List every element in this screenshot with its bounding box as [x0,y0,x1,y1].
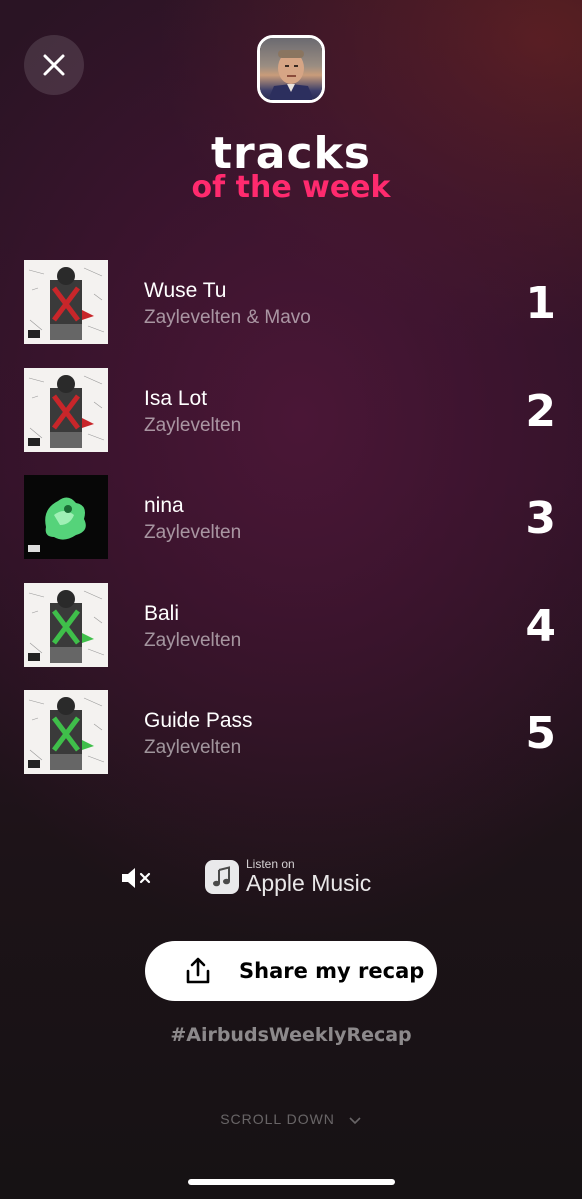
track-title: Isa Lot [144,386,208,410]
apple-music-label: Apple Music [246,870,372,896]
apple-music-icon [205,859,239,894]
track-artist: Zaylevelten [144,414,242,436]
track-row[interactable]: Wuse Tu Zaylevelten & Mavo 1 [24,260,556,368]
track-artist: Zaylevelten [144,522,242,543]
track-row[interactable]: Isa Lot Zaylevelten 2 [24,367,556,476]
mute-button[interactable] [120,866,154,895]
track-row[interactable]: Bali Zaylevelten 4 [24,582,556,691]
speaker-muted-icon [122,868,151,888]
album-cover [24,260,108,344]
track-title: Wuse Tu [144,279,227,302]
track-rank: 3 [525,493,556,544]
page-subtitle: of the week [191,170,391,205]
track-artist: Zaylevelten [144,737,242,758]
track-row[interactable]: nina Zaylevelten 3 [24,475,556,583]
track-rank: 1 [525,278,556,329]
album-cover [24,690,108,774]
share-button-label: Share my recap [239,959,425,983]
scroll-down-label: SCROLL DOWN [220,1111,335,1127]
avatar-image [260,38,322,100]
track-artist: Zaylevelten [144,629,242,651]
share-icon [186,957,210,984]
track-list: Wuse Tu Zaylevelten & Mavo 1 Isa Lot Zay… [24,260,556,798]
close-button[interactable] [24,35,84,95]
avatar[interactable] [257,35,325,103]
close-icon [43,54,65,76]
track-title: Guide Pass [144,709,253,732]
track-title: nina [144,494,184,517]
track-title: Bali [144,601,180,625]
track-rank: 5 [525,708,556,759]
album-cover [24,475,108,559]
apple-music-link[interactable]: Listen on Apple Music [205,858,371,895]
album-cover [24,367,108,452]
album-cover [24,582,108,667]
hashtag-text: #AirbudsWeeklyRecap [170,1024,412,1046]
share-recap-button[interactable]: Share my recap [145,941,437,1001]
chevron-down-icon [349,1117,361,1125]
track-rank: 4 [525,600,556,652]
home-indicator[interactable] [188,1179,395,1185]
track-rank: 2 [525,385,556,437]
track-artist: Zaylevelten & Mavo [144,307,311,328]
scroll-down-hint[interactable]: SCROLL DOWN [0,1111,582,1127]
track-row[interactable]: Guide Pass Zaylevelten 5 [24,690,556,798]
